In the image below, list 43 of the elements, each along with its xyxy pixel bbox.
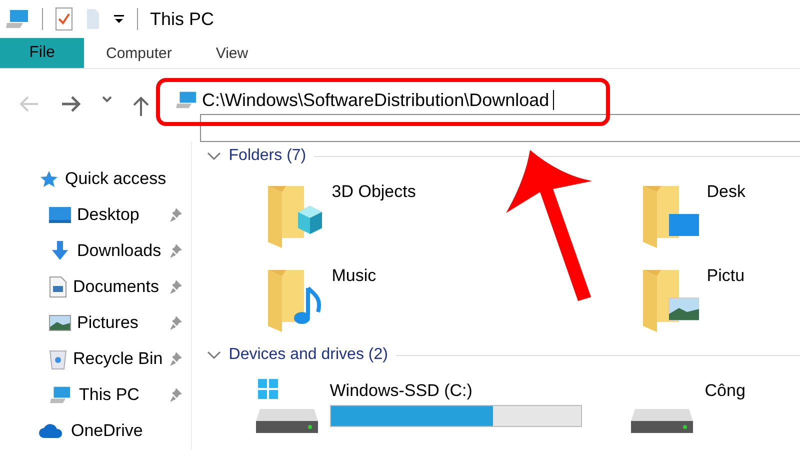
- folder-name[interactable]: Music: [332, 266, 376, 286]
- document-icon: [49, 276, 67, 298]
- address-field[interactable]: C:\Windows\SoftwareDistribution\Download: [170, 86, 800, 114]
- drive-icon[interactable]: [254, 379, 320, 433]
- folder-name[interactable]: Desk: [706, 182, 746, 202]
- dropdown-icon[interactable]: [113, 13, 125, 25]
- sidebar-item[interactable]: Pictures: [0, 305, 191, 341]
- pin-icon[interactable]: [168, 243, 183, 259]
- window-title: This PC: [150, 8, 214, 30]
- sidebar-item[interactable]: This PC: [0, 377, 191, 413]
- group-heading[interactable]: Devices and drives (2): [228, 346, 388, 364]
- sidebar-item[interactable]: Desktop: [0, 197, 191, 233]
- landscape-icon: [49, 315, 71, 331]
- checklist-icon[interactable]: [55, 7, 73, 31]
- pin-icon[interactable]: [168, 351, 183, 367]
- cloud-icon: [38, 423, 64, 439]
- pin-icon[interactable]: [168, 315, 183, 331]
- pin-icon[interactable]: [168, 207, 183, 223]
- sidebar-item[interactable]: Documents: [0, 269, 191, 305]
- group-heading[interactable]: Folders (7): [228, 147, 306, 165]
- drive-name[interactable]: Windows-SSD (C:): [330, 381, 582, 401]
- sidebar-item[interactable]: Downloads: [0, 233, 191, 269]
- up-icon[interactable]: [132, 95, 150, 117]
- computer-icon: [176, 90, 198, 110]
- drive-name[interactable]: Công: [704, 381, 746, 401]
- chevron-down-icon[interactable]: [206, 350, 221, 360]
- folder-name[interactable]: Pictu: [706, 266, 745, 286]
- forward-icon[interactable]: [60, 95, 82, 113]
- star-icon: [38, 170, 58, 188]
- chevron-down-icon[interactable]: [102, 95, 112, 103]
- ribbon-tab[interactable]: File: [0, 38, 84, 68]
- chevron-down-icon[interactable]: [206, 151, 221, 161]
- sidebar-item[interactable]: Recycle Bin: [0, 341, 191, 377]
- computer-icon: [49, 385, 73, 405]
- sidebar-item[interactable]: OneDrive: [0, 413, 191, 449]
- download-icon: [49, 241, 71, 261]
- recycle-bin-icon: [49, 348, 67, 370]
- computer-icon: [6, 8, 30, 30]
- pin-icon[interactable]: [168, 387, 183, 403]
- folder-name[interactable]: 3D Objects: [332, 182, 416, 202]
- pin-icon[interactable]: [168, 279, 183, 295]
- desktop-icon: [49, 207, 71, 223]
- sidebar-item[interactable]: Quick access: [0, 161, 191, 197]
